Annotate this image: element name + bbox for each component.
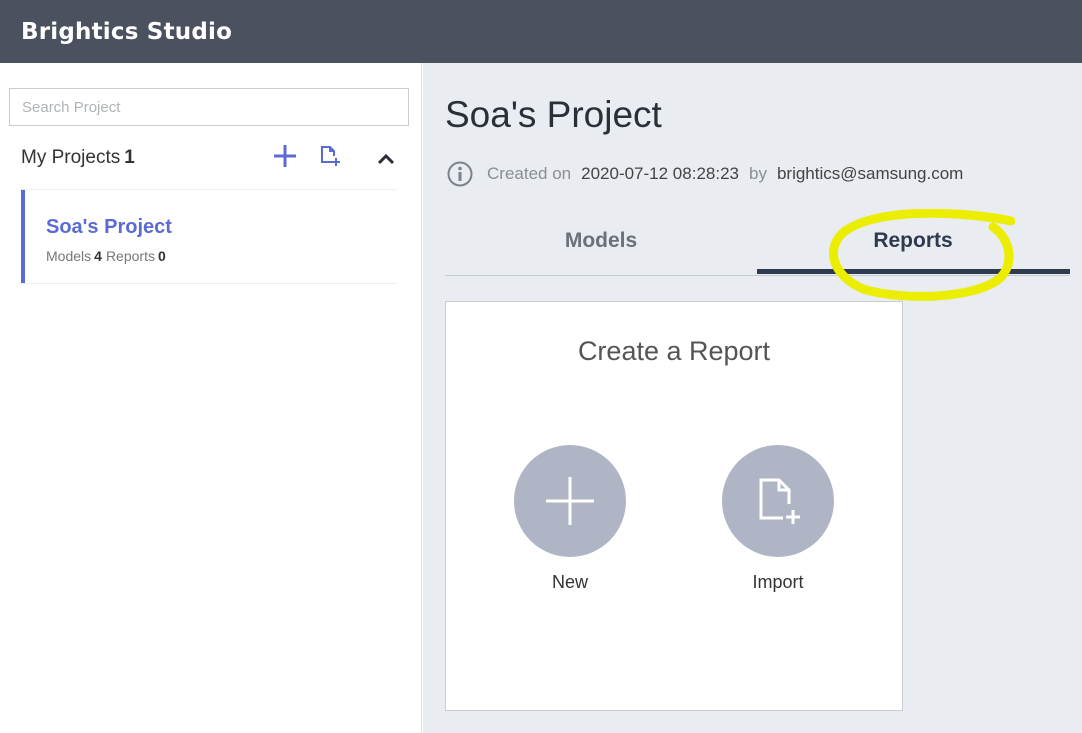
collapse-projects-button[interactable]	[376, 149, 396, 169]
models-label: Models	[46, 248, 92, 264]
reports-label: Reports	[105, 248, 155, 264]
project-info: Created on 2020-07-12 08:28:23 by bright…	[447, 161, 973, 187]
by-label: by	[748, 164, 767, 183]
create-report-card: Create a Report New Import	[445, 301, 903, 711]
created-date: 2020-07-12 08:28:23	[581, 164, 739, 183]
models-count: 4	[94, 248, 102, 264]
plus-icon	[546, 477, 594, 525]
my-projects-label: My Projects	[21, 147, 121, 168]
search-project-input[interactable]	[9, 88, 409, 126]
sidebar: My Projects1 Soa's Project Models4Report…	[0, 63, 422, 733]
main-panel: Soa's Project Created on 2020-07-12 08:2…	[423, 63, 1082, 733]
import-report-circle	[722, 445, 834, 557]
project-meta: Models 4 Reports 0	[46, 248, 170, 264]
active-tab-indicator	[757, 269, 1070, 274]
info-icon	[447, 161, 473, 187]
new-report-label: New	[551, 572, 588, 592]
import-report-button[interactable]: Import	[722, 445, 834, 593]
created-label: Created on	[487, 164, 572, 183]
add-project-button[interactable]	[273, 144, 297, 168]
file-import-icon	[759, 478, 800, 524]
page-title: Soa's Project	[445, 94, 662, 135]
file-import-icon	[321, 146, 340, 166]
new-report-circle	[514, 445, 626, 557]
divider	[21, 283, 397, 284]
import-report-label: Import	[752, 572, 804, 592]
import-project-button[interactable]	[319, 145, 341, 169]
my-projects-title: My Projects 1	[21, 147, 135, 169]
top-bar: Brightics Studio	[0, 0, 1082, 63]
project-item[interactable]: Soa's Project Models 4 Reports 0	[21, 190, 397, 283]
my-projects-count: 1	[124, 147, 135, 168]
project-name: Soa's Project	[46, 216, 172, 238]
tab-models[interactable]: Models	[445, 213, 757, 275]
tab-reports[interactable]: Reports	[757, 213, 1069, 275]
project-tabs: Models Reports	[445, 213, 1070, 276]
chevron-up-icon	[377, 153, 395, 165]
new-report-button[interactable]: New	[514, 445, 626, 593]
app-title: Brightics Studio	[21, 18, 233, 45]
author-email: brightics@samsung.com	[776, 164, 964, 183]
card-title: Create a Report	[577, 336, 771, 366]
plus-icon	[274, 145, 296, 167]
my-projects-header: My Projects 1	[21, 144, 397, 171]
reports-count: 0	[157, 248, 166, 264]
